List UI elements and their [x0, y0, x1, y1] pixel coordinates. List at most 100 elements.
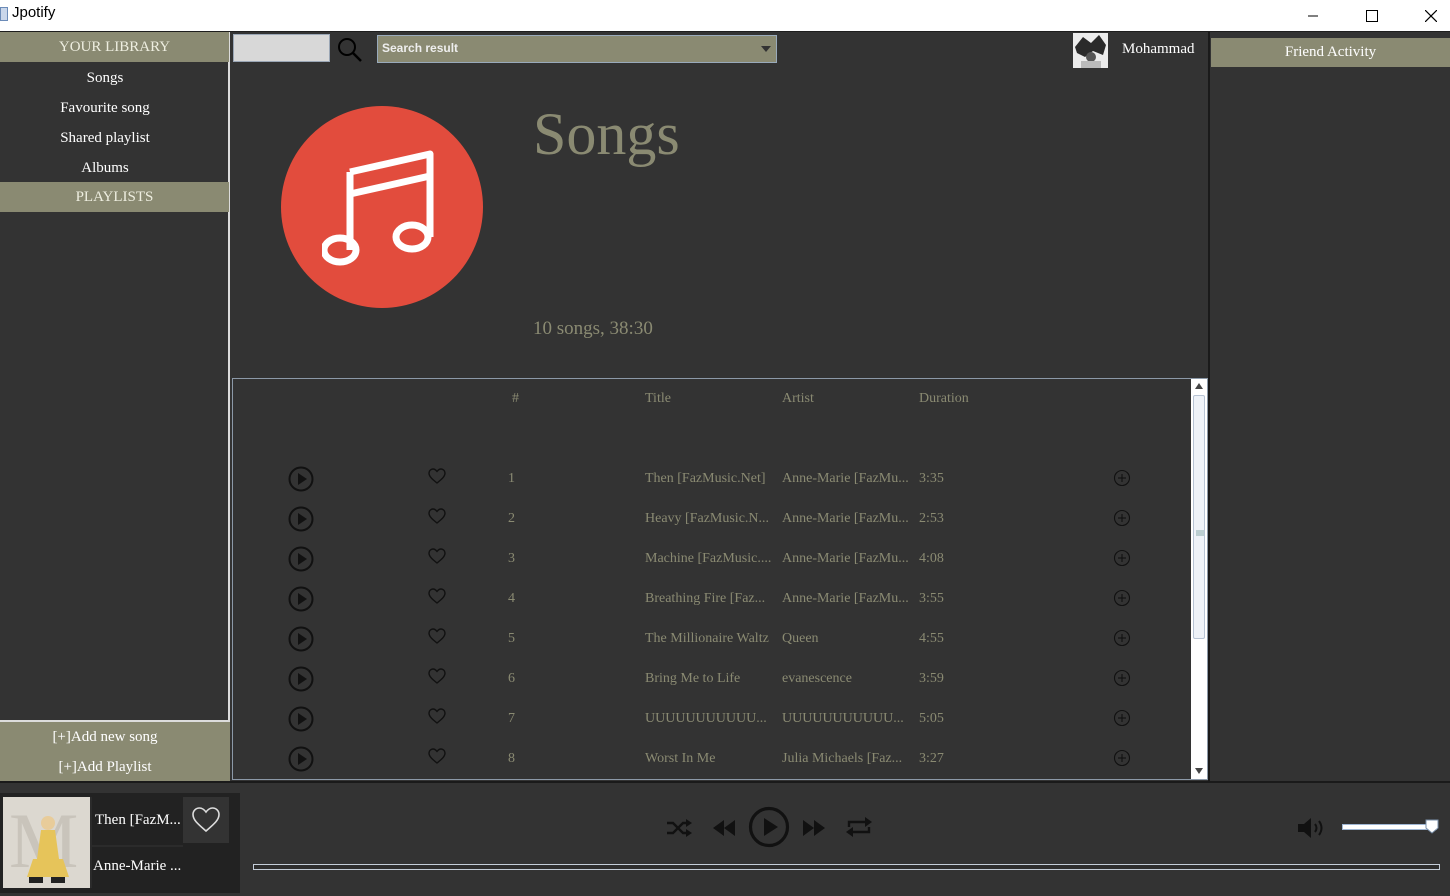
add-to-playlist-icon[interactable] [1113, 669, 1131, 692]
heart-icon[interactable] [428, 708, 446, 729]
volume-slider-thumb[interactable] [1425, 819, 1439, 834]
table-row[interactable]: 4 Breathing Fire [Faz... Anne-Marie [FazMu… [233, 579, 1191, 619]
play-circle-icon[interactable] [288, 666, 314, 697]
add-to-playlist-icon[interactable] [1113, 549, 1131, 572]
play-circle-icon[interactable] [288, 466, 314, 497]
column-header-duration[interactable]: Duration [919, 391, 969, 407]
row-artist: UUUUUUUUUUU... [782, 711, 904, 726]
play-circle-icon[interactable] [288, 586, 314, 617]
row-title: Heavy [FazMusic.N... [645, 511, 770, 526]
row-duration: 3:55 [919, 591, 944, 606]
row-duration: 2:53 [919, 511, 944, 526]
play-circle-icon[interactable] [288, 746, 314, 777]
table-row[interactable]: 8 Worst In Me Julia Michaels [Faz... 3:27 [233, 739, 1191, 779]
table-row[interactable]: 6 Bring Me to Life evanescence 3:59 [233, 659, 1191, 699]
avatar-image [1073, 33, 1108, 68]
scrollbar-thumb[interactable] [1193, 395, 1205, 639]
like-button[interactable] [183, 797, 229, 843]
table-row[interactable]: 1 Then [FazMusic.Net] Anne-Marie [FazMu...… [233, 459, 1191, 499]
add-to-playlist-icon[interactable] [1113, 469, 1131, 492]
sidebar-actions: [+]Add new song [+]Add Playlist [0, 720, 230, 781]
add-new-song-button[interactable]: [+]Add new song [0, 729, 210, 746]
play-circle-icon[interactable] [288, 626, 314, 657]
play-circle-icon[interactable] [288, 506, 314, 537]
search-result-dropdown[interactable]: Search result [377, 35, 777, 63]
album-art-image: M [3, 797, 90, 888]
next-icon [803, 820, 825, 836]
row-duration: 3:59 [919, 671, 944, 686]
row-title: UUUUUUUUUUU... [645, 711, 767, 726]
scroll-down-icon [1195, 768, 1203, 774]
row-artist: Queen [782, 631, 819, 646]
add-to-playlist-icon[interactable] [1113, 749, 1131, 772]
play-circle-icon[interactable] [288, 706, 314, 737]
playlists-header[interactable]: PLAYLISTS [0, 182, 229, 212]
heart-icon[interactable] [428, 468, 446, 489]
library-header: YOUR LIBRARY [0, 32, 229, 62]
close-icon [1425, 9, 1437, 22]
sidebar-item-favourite-song[interactable]: Favourite song [0, 100, 210, 117]
row-index: 3 [508, 551, 515, 566]
table-scrollbar[interactable] [1191, 379, 1207, 779]
close-button[interactable] [1408, 0, 1450, 31]
window-titlebar: Jpotify [0, 0, 1450, 32]
play-button[interactable] [746, 804, 792, 850]
maximize-button[interactable] [1349, 0, 1395, 31]
table-row[interactable]: 5 The Millionaire Waltz Queen 4:55 [233, 619, 1191, 659]
volume-button[interactable] [1295, 814, 1327, 842]
row-index: 4 [508, 591, 515, 606]
window-title: Jpotify [12, 4, 56, 21]
heart-icon[interactable] [428, 588, 446, 609]
repeat-button[interactable] [843, 813, 875, 841]
row-duration: 3:35 [919, 471, 944, 486]
table-row[interactable]: 2 Heavy [FazMusic.N... Anne-Marie [FazMu..… [233, 499, 1191, 539]
play-icon [748, 806, 790, 848]
sidebar-item-songs[interactable]: Songs [0, 70, 210, 87]
heart-icon[interactable] [428, 508, 446, 529]
row-artist: Anne-Marie [FazMu... [782, 551, 909, 566]
column-header-artist[interactable]: Artist [782, 391, 814, 407]
heart-icon [192, 807, 220, 833]
next-button[interactable] [800, 815, 828, 841]
search-button[interactable] [333, 34, 365, 64]
page-title: Songs [533, 101, 680, 167]
sidebar-item-albums[interactable]: Albums [0, 160, 210, 177]
search-icon [338, 38, 362, 62]
add-to-playlist-icon[interactable] [1113, 589, 1131, 612]
row-duration: 4:08 [919, 551, 944, 566]
add-to-playlist-icon[interactable] [1113, 509, 1131, 532]
sidebar-item-shared-playlist[interactable]: Shared playlist [0, 130, 210, 147]
heart-icon[interactable] [428, 548, 446, 569]
shuffle-button[interactable] [664, 815, 694, 841]
minimize-button[interactable] [1290, 0, 1336, 31]
column-header-index[interactable]: # [512, 391, 519, 407]
username[interactable]: Mohammad [1122, 41, 1195, 58]
friend-activity-panel [1208, 32, 1450, 781]
friend-activity-header[interactable]: Friend Activity [1211, 38, 1450, 67]
album-art: M [3, 797, 90, 888]
previous-icon [713, 820, 735, 836]
add-to-playlist-icon[interactable] [1113, 709, 1131, 732]
table-row[interactable]: 7 UUUUUUUUUUU... UUUUUUUUUUU... 5:05 [233, 699, 1191, 739]
search-input[interactable] [233, 34, 330, 62]
add-playlist-button[interactable]: [+]Add Playlist [0, 759, 210, 776]
divider [90, 797, 92, 888]
chevron-down-icon[interactable] [756, 36, 776, 62]
row-artist: Anne-Marie [FazMu... [782, 471, 909, 486]
table-row[interactable]: 3 Machine [FazMusic.... Anne-Marie [FazMu.… [233, 539, 1191, 579]
avatar[interactable] [1073, 33, 1108, 68]
play-circle-icon[interactable] [288, 546, 314, 577]
heart-icon[interactable] [428, 628, 446, 649]
speaker-icon [1298, 818, 1323, 838]
column-header-title[interactable]: Title [645, 391, 671, 407]
row-index: 6 [508, 671, 515, 686]
heart-icon[interactable] [428, 668, 446, 689]
previous-button[interactable] [710, 815, 738, 841]
row-artist: Anne-Marie [FazMu... [782, 591, 909, 606]
progress-bar[interactable] [253, 864, 1440, 870]
add-to-playlist-icon[interactable] [1113, 629, 1131, 652]
heart-icon[interactable] [428, 748, 446, 769]
maximize-icon [1366, 9, 1378, 22]
row-artist: Anne-Marie [FazMu... [782, 511, 909, 526]
volume-slider[interactable] [1342, 824, 1437, 830]
